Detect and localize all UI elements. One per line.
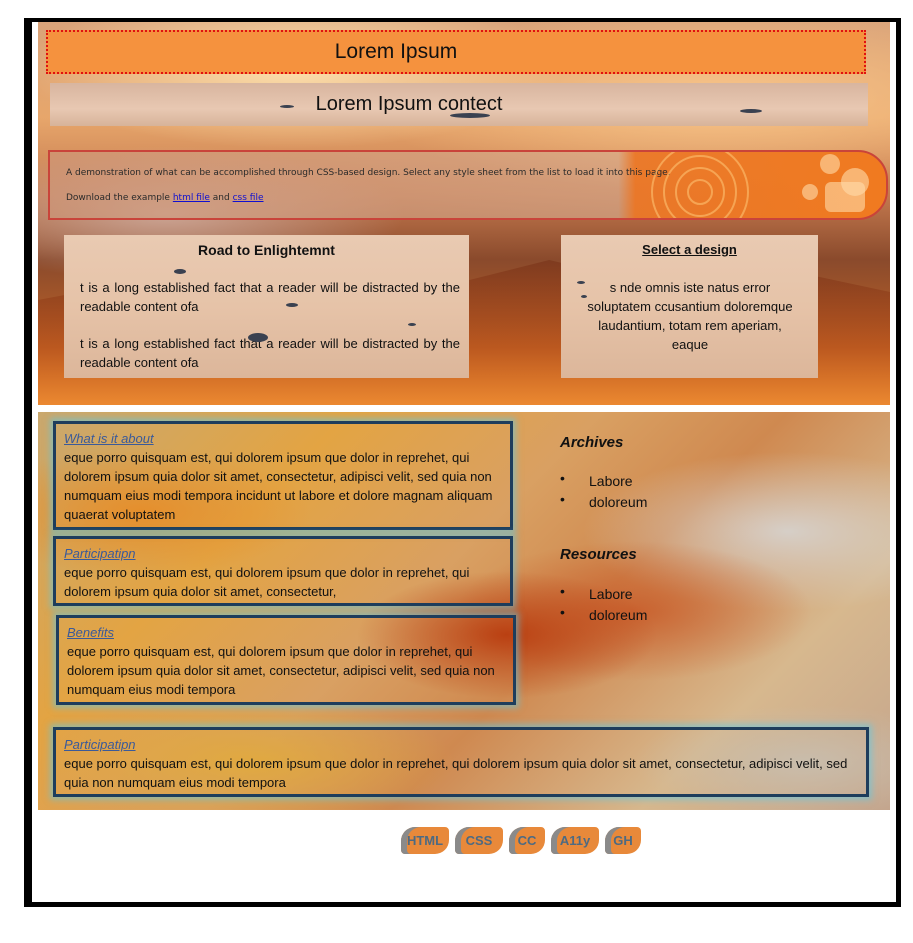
and-text: and xyxy=(212,193,230,203)
section-heading: Participatipn xyxy=(64,546,136,561)
resources-sidebar: Resources Labore doloreum xyxy=(560,546,647,626)
pebble-decoration xyxy=(450,113,490,118)
demo-banner: A demonstration of what can be accomplis… xyxy=(48,150,888,220)
card-heading: Road to Enlightemnt xyxy=(198,242,335,258)
select-design-card: Select a design s nde omnis iste natus e… xyxy=(561,235,818,378)
section-text: eque porro quisquam est, qui dolorem ips… xyxy=(64,565,470,599)
archives-item[interactable]: Labore xyxy=(560,468,647,492)
section-panel: What is it about eque porro quisquam est… xyxy=(53,421,513,530)
subtitle-bar: Lorem Ipsum contect xyxy=(50,83,868,126)
card-paragraph: t is a long established fact that a read… xyxy=(80,336,460,370)
page-title-bar: Lorem Ipsum xyxy=(46,30,866,74)
rings-decoration xyxy=(630,152,886,218)
archives-item[interactable]: doloreum xyxy=(560,489,647,513)
archives-list: Labore doloreum xyxy=(560,468,647,513)
section-heading: What is it about xyxy=(64,431,154,446)
section-text: eque porro quisquam est, qui dolorem ips… xyxy=(64,756,848,790)
select-design-text: s nde omnis iste natus error soluptatem … xyxy=(587,280,793,352)
cc-badge[interactable]: CC xyxy=(509,827,545,854)
pebble-decoration xyxy=(740,109,762,113)
badge-row: HTML CSS CC A11y GH xyxy=(401,827,641,854)
section-text: eque porro quisquam est, qui dolorem ips… xyxy=(64,450,493,522)
html-file-link[interactable]: html file xyxy=(173,193,210,203)
pebble-decoration xyxy=(280,105,294,108)
html-badge[interactable]: HTML xyxy=(401,827,449,854)
road-to-enlightenment-card: Road to Enlightemnt t is a long establis… xyxy=(64,235,469,378)
a11y-badge[interactable]: A11y xyxy=(551,827,599,854)
section-panel: Benefits eque porro quisquam est, qui do… xyxy=(56,615,516,705)
resources-item[interactable]: doloreum xyxy=(560,602,647,626)
pebble-decoration xyxy=(286,303,298,307)
pebble-decoration xyxy=(577,281,585,284)
resources-heading: Resources xyxy=(560,546,637,563)
card-paragraph: t is a long established fact that a read… xyxy=(80,280,460,314)
pebble-decoration xyxy=(174,269,186,274)
archives-sidebar: Archives Labore doloreum xyxy=(560,434,647,513)
pebble-decoration xyxy=(408,323,416,326)
download-line: Download the example html file and css f… xyxy=(66,193,264,203)
pebble-decoration xyxy=(581,295,587,298)
page-title: Lorem Ipsum xyxy=(334,40,458,63)
resources-list: Labore doloreum xyxy=(560,581,647,626)
section-heading: Participatipn xyxy=(64,737,136,752)
demo-description: A demonstration of what can be accomplis… xyxy=(66,168,671,178)
section-panel: Participatipn eque porro quisquam est, q… xyxy=(53,727,869,797)
css-badge[interactable]: CSS xyxy=(455,827,503,854)
resources-item[interactable]: Labore xyxy=(560,581,647,605)
section-heading: Benefits xyxy=(67,625,114,640)
pebble-decoration xyxy=(248,333,268,342)
gh-badge[interactable]: GH xyxy=(605,827,641,854)
download-prefix: Download the example xyxy=(66,193,170,203)
section-panel: Participatipn eque porro quisquam est, q… xyxy=(53,536,513,606)
css-file-link[interactable]: css file xyxy=(233,193,264,203)
section-text: eque porro quisquam est, qui dolorem ips… xyxy=(67,644,495,697)
select-design-heading[interactable]: Select a design xyxy=(561,242,818,257)
archives-heading: Archives xyxy=(560,434,624,451)
